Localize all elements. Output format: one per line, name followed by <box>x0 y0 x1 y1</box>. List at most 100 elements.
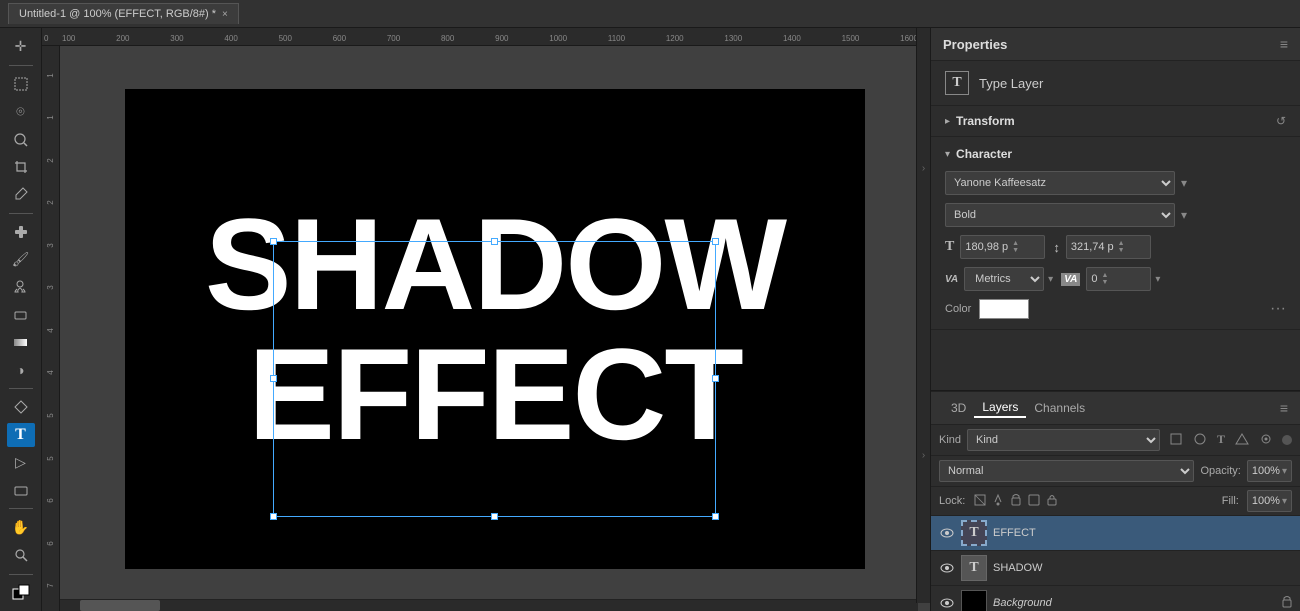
layers-list[interactable]: T EFFECT T SHADOW <box>931 516 1300 611</box>
horizontal-scrollbar[interactable] <box>60 599 918 611</box>
properties-menu-icon[interactable]: ≡ <box>1280 36 1288 52</box>
kerning-dropdown[interactable]: ▾ <box>1155 274 1160 285</box>
font-size-row: T 180,98 p ▲ ▼ ↕ <box>945 235 1286 259</box>
filter-kind-select[interactable]: Kind <box>967 429 1160 451</box>
layer-thumb-background <box>961 590 987 611</box>
layers-menu-icon[interactable]: ≡ <box>1280 400 1288 416</box>
clone-tool[interactable] <box>7 275 35 300</box>
filter-toggle[interactable] <box>1282 435 1292 445</box>
line-height-field[interactable]: 321,74 p ▲ ▼ <box>1066 235 1151 259</box>
filter-adjustment-icon[interactable] <box>1190 431 1210 450</box>
font-family-select[interactable]: Yanone Kaffeesatz <box>945 171 1175 195</box>
kerning-down[interactable]: ▼ <box>1101 279 1108 286</box>
hand-tool[interactable]: ✋ <box>7 515 35 540</box>
right-panel: › › Properties ≡ T Type Layer <box>930 28 1300 611</box>
eyedropper-tool[interactable] <box>7 182 35 207</box>
transform-section-header[interactable]: ▸ Transform ↺ <box>931 106 1300 137</box>
visibility-eye-background[interactable] <box>939 595 955 611</box>
text-tool[interactable]: T <box>7 423 35 448</box>
font-family-dropdown[interactable]: ▾ <box>1181 176 1187 190</box>
font-style-select[interactable]: Bold <box>945 203 1175 227</box>
quick-select-tool[interactable] <box>7 127 35 152</box>
transform-title: Transform <box>956 114 1015 128</box>
font-size-up[interactable]: ▲ <box>1012 240 1019 247</box>
tracking-dropdown[interactable]: ▾ <box>1048 274 1053 285</box>
ruler-mark: 500 <box>279 34 292 43</box>
ruler-mark: 300 <box>170 34 183 43</box>
more-options-icon[interactable]: ··· <box>1270 300 1286 318</box>
opacity-field[interactable]: 100% ▾ <box>1247 460 1292 482</box>
eraser-tool[interactable] <box>7 302 35 327</box>
tab-3d[interactable]: 3D <box>943 399 974 417</box>
lock-all-icon[interactable] <box>1045 493 1059 510</box>
path-selection-tool[interactable]: ▷ <box>7 450 35 475</box>
close-tab-button[interactable]: × <box>222 9 228 20</box>
visibility-eye-effect[interactable] <box>939 525 955 541</box>
pen-tool[interactable] <box>7 395 35 420</box>
line-height-down[interactable]: ▼ <box>1118 247 1125 254</box>
panel-collapse-left[interactable]: › <box>916 28 930 308</box>
ruler-mark-left: 1 <box>46 67 55 84</box>
color-swatch[interactable] <box>979 299 1029 319</box>
fill-label: Fill: <box>1222 495 1239 507</box>
filter-smart-icon[interactable] <box>1256 431 1276 450</box>
canvas[interactable]: SHADOW EFFECT <box>125 89 865 569</box>
healing-tool[interactable] <box>7 219 35 244</box>
ruler-mark: 1100 <box>608 34 625 43</box>
font-style-row: Bold ▾ <box>945 203 1286 227</box>
layer-item-effect[interactable]: T EFFECT <box>931 516 1300 551</box>
visibility-eye-shadow[interactable] <box>939 560 955 576</box>
refresh-icon[interactable]: ↺ <box>1276 114 1286 128</box>
tracking-select[interactable]: Metrics <box>964 267 1044 291</box>
toolbar-divider-4 <box>9 508 33 509</box>
kerning-field[interactable]: 0 ▲ ▼ <box>1086 267 1151 291</box>
lock-pixels-icon[interactable] <box>973 493 987 510</box>
handle-bm[interactable] <box>491 513 498 520</box>
lock-position-icon[interactable] <box>1009 493 1023 510</box>
lasso-tool[interactable]: ⌾ <box>7 99 35 124</box>
character-header[interactable]: ▾ Character <box>945 147 1286 161</box>
shape-tool[interactable] <box>7 478 35 503</box>
lock-artboard-icon[interactable] <box>1027 493 1041 510</box>
tab-channels[interactable]: Channels <box>1026 399 1093 417</box>
blend-mode-select[interactable]: Normal <box>939 460 1194 482</box>
fg-bg-color[interactable] <box>7 580 35 605</box>
layers-panel: 3D Layers Channels ≡ Kind Kind <box>931 391 1300 611</box>
layer-name-effect: EFFECT <box>993 527 1292 539</box>
layer-item-background[interactable]: Background <box>931 586 1300 611</box>
line-height-up[interactable]: ▲ <box>1118 240 1125 247</box>
document-tab[interactable]: Untitled-1 @ 100% (EFFECT, RGB/8#) * × <box>8 3 239 24</box>
crop-tool[interactable] <box>7 154 35 179</box>
marquee-tool[interactable] <box>7 72 35 97</box>
layer-thumb-shadow: T <box>961 555 987 581</box>
layers-filter-row: Kind Kind T <box>931 425 1300 456</box>
font-style-dropdown[interactable]: ▾ <box>1181 208 1187 222</box>
scroll-thumb-h[interactable] <box>80 600 160 611</box>
filter-pixel-icon[interactable] <box>1166 431 1186 450</box>
tab-layers[interactable]: Layers <box>974 398 1026 418</box>
opacity-dropdown[interactable]: ▾ <box>1282 466 1287 477</box>
move-tool[interactable]: ✛ <box>7 34 35 59</box>
brush-tool[interactable]: 🖌 <box>7 247 35 272</box>
font-size-field[interactable]: 180,98 p ▲ ▼ <box>960 235 1045 259</box>
zoom-tool[interactable] <box>7 543 35 568</box>
kerning-stepper[interactable]: ▲ ▼ <box>1101 272 1108 286</box>
lock-paint-icon[interactable] <box>991 493 1005 510</box>
dodge-tool[interactable]: ◑ <box>7 357 35 382</box>
fill-dropdown[interactable]: ▾ <box>1282 496 1287 507</box>
filter-shape-icon[interactable] <box>1232 431 1252 450</box>
filter-type-icon[interactable]: T <box>1214 431 1228 450</box>
handle-br[interactable] <box>712 513 719 520</box>
panel-collapse-right[interactable]: › <box>916 308 930 603</box>
font-size-down[interactable]: ▼ <box>1012 247 1019 254</box>
kerning-up[interactable]: ▲ <box>1101 272 1108 279</box>
handle-bl[interactable] <box>270 513 277 520</box>
layer-item-shadow[interactable]: T SHADOW <box>931 551 1300 586</box>
character-title: Character <box>956 147 1012 161</box>
gradient-tool[interactable] <box>7 330 35 355</box>
lock-row: Lock: <box>931 487 1300 516</box>
fill-field[interactable]: 100% ▾ <box>1247 490 1292 512</box>
font-size-stepper[interactable]: ▲ ▼ <box>1012 240 1019 254</box>
canvas-viewport[interactable]: SHADOW EFFECT <box>60 46 930 611</box>
line-height-stepper[interactable]: ▲ ▼ <box>1118 240 1125 254</box>
